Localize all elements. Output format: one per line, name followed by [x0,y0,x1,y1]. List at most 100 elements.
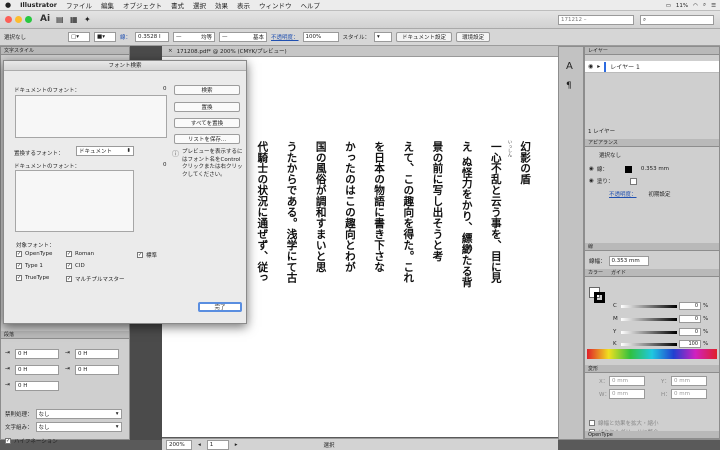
style-select[interactable]: ▾ [374,32,393,42]
indent-input[interactable]: 0 H [15,365,59,375]
replacement-fonts-list[interactable] [15,170,134,232]
opacity-label[interactable]: 不透明度： [271,33,299,41]
document-tab[interactable]: × 171208.pdf* @ 200% (CMYK/プレビュー) [162,46,582,57]
gpu-icon[interactable]: ✦ [84,15,91,24]
transform-input[interactable]: 0 mm [609,376,645,386]
appearance-opacity-row[interactable]: 不透明度： 初期設定 [609,190,671,198]
channel-input[interactable]: 100 [679,340,701,348]
fill-color-chip[interactable] [630,177,638,185]
appearance-stroke-row[interactable]: ◉ 線： 0.353 mm [589,165,669,173]
preferences-button[interactable]: 環境設定 [456,32,491,42]
menu-list-icon[interactable]: ☰ [711,3,716,9]
scale-strokes-checkbox[interactable]: 線幅と効果を拡大・縮小 [589,419,659,427]
transform-input[interactable]: 0 mm [671,376,707,386]
opentype-tab[interactable]: OpenType [585,431,719,439]
wifi-icon[interactable]: ◠ [693,3,698,9]
menu-select[interactable]: 選択 [193,0,206,10]
bridge-icon[interactable]: ▤ [56,15,64,24]
spotlight-icon[interactable]: ⌕ [703,2,706,9]
apple-icon[interactable]: ● [5,1,11,9]
menu-window[interactable]: ウィンドウ [259,0,292,10]
zoom-window-button[interactable] [25,16,32,23]
tab-color[interactable]: カラー [588,269,603,276]
close-window-button[interactable] [5,16,12,23]
channel-slider[interactable] [621,331,677,334]
paragraph-tab[interactable]: 段落 [1,331,129,339]
close-tab-icon[interactable]: × [168,48,173,54]
minimize-window-button[interactable] [15,16,22,23]
indent-input[interactable]: 0 H [75,365,119,375]
expand-layer-icon[interactable]: ▸ [597,63,600,70]
visibility-eye-icon[interactable]: ◉ [589,178,594,184]
stroke-color-chip[interactable] [624,165,632,173]
menu-view[interactable]: 表示 [237,0,250,10]
page-input[interactable]: 1 [206,439,229,450]
multiple-master-checkbox[interactable]: ✓ マルチプルマスター [66,275,125,283]
layer-row[interactable]: ◉ ▸ レイヤー 1 [585,61,719,73]
appearance-fill-row[interactable]: ◉ 塗り： [589,177,638,185]
layer-name[interactable]: レイヤー 1 [610,62,640,71]
replace-source-select[interactable]: ドキュメント ⬍ [76,146,134,156]
replace-all-button[interactable]: すべてを置換 [174,118,240,128]
layers-tab[interactable]: レイヤー [585,47,719,55]
transform-tab[interactable]: 変形 [585,365,719,373]
kinsoku-select[interactable]: なし ▾ [35,409,122,419]
cid-checkbox[interactable]: ✓ CID [66,263,85,269]
transform-input[interactable]: 0 mm [609,389,645,399]
find-button[interactable]: 検索 [174,85,240,95]
profile-select[interactable]: — 均等 [173,32,216,42]
save-list-button[interactable]: リストを保存... [174,134,240,144]
fill-swatch[interactable]: ▢▾ [68,32,90,42]
tab-guide[interactable]: ガイド [611,269,626,276]
type1-checkbox[interactable]: ✓ Type 1 [16,263,43,269]
appearance-tab[interactable]: アピアランス [585,139,719,147]
brush-select[interactable]: — 基本 [219,32,268,42]
menu-effect[interactable]: 効果 [215,0,228,10]
opacity-input[interactable]: 100% [302,32,339,42]
menu-help[interactable]: ヘルプ [300,0,320,10]
transform-input[interactable]: 0 mm [671,389,707,399]
arrange-icon[interactable]: ▦ [70,15,78,24]
status-mode[interactable]: 選択 [324,441,335,449]
hyphenation-checkbox[interactable]: ✓ ハイフネーション [5,437,58,445]
menu-edit[interactable]: 編集 [101,0,114,10]
workspace-field[interactable]: 171212 – [558,15,634,25]
roman-checkbox[interactable]: ✓ Roman [66,251,94,257]
channel-slider[interactable] [621,318,677,321]
truetype-checkbox[interactable]: ✓ TrueType [16,275,49,281]
replace-button[interactable]: 置換 [174,102,240,112]
menu-file[interactable]: ファイル [66,0,92,10]
stroke-swatch-large[interactable] [594,292,605,303]
mojigumi-select[interactable]: なし ▾ [35,422,122,432]
stroke-weight-input[interactable]: 0.3528 I [135,32,170,42]
channel-input[interactable]: 0 [679,315,701,323]
channel-input[interactable]: 0 [679,328,701,336]
document-setup-button[interactable]: ドキュメント設定 [396,32,453,42]
prev-page-icon[interactable]: ◂ [198,442,201,448]
indent-input[interactable]: 0 H [75,349,119,359]
help-search-input[interactable]: ⌕ [640,15,714,25]
done-button[interactable]: 完了 [198,302,242,312]
opentype-checkbox[interactable]: ✓ OpenType [16,251,52,257]
character-icon[interactable]: A [566,61,573,72]
stroke-panel-tab[interactable]: 線 [585,243,719,251]
zoom-select[interactable]: 200% [166,439,192,450]
visibility-eye-icon[interactable]: ◉ [588,63,593,70]
channel-slider[interactable] [621,343,677,346]
menu-type[interactable]: 書式 [171,0,184,10]
standard-checkbox[interactable]: ✓ 標準 [137,251,157,259]
menu-object[interactable]: オブジェクト [123,0,162,10]
visibility-eye-icon[interactable]: ◉ [589,166,594,172]
char-style-tab[interactable]: 文字スタイル [1,47,129,55]
paragraph-icon[interactable]: ¶ [566,81,572,91]
menu-app[interactable]: Illustrator [20,1,57,9]
stroke-width-input[interactable]: 0.353 mm [608,256,649,266]
color-spectrum[interactable] [587,349,717,359]
next-page-icon[interactable]: ▸ [235,442,238,448]
channel-slider[interactable] [621,305,677,308]
stroke-swatch[interactable]: ■▾ [94,32,116,42]
indent-input[interactable]: 0 H [15,349,59,359]
doc-fonts-list[interactable] [15,95,167,138]
channel-input[interactable]: 0 [679,302,701,310]
indent-input[interactable]: 0 H [15,381,59,391]
